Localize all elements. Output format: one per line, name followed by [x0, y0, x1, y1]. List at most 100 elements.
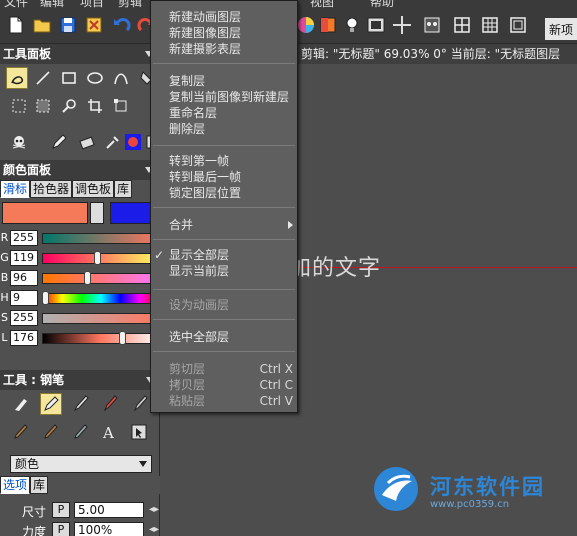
new-file-icon[interactable]: [4, 13, 28, 37]
select-layer-icon[interactable]: [32, 95, 54, 117]
tools-panel-title[interactable]: 工具面板: [0, 44, 159, 64]
slider-value-input[interactable]: 119: [10, 250, 38, 266]
menu-item[interactable]: ✓ 显示全部层: [151, 247, 297, 263]
swatch-dropdown[interactable]: [90, 202, 104, 224]
menu-clip[interactable]: 剪辑: [118, 0, 142, 8]
close-file-icon[interactable]: [82, 13, 106, 37]
table-grid-icon[interactable]: [478, 13, 502, 37]
text-tool-icon[interactable]: A: [98, 421, 120, 443]
menu-help[interactable]: 帮助: [370, 0, 394, 8]
menu-item[interactable]: 剪切层 Ctrl X: [151, 361, 297, 377]
lasso-tool-icon[interactable]: [6, 67, 28, 89]
slider-track[interactable]: [42, 233, 160, 244]
menu-item[interactable]: 删除层: [151, 121, 297, 137]
curve-tool-icon[interactable]: [110, 67, 132, 89]
force-stepper-icon[interactable]: ◂▸: [149, 524, 159, 535]
brush-panel-title[interactable]: 工具 : 钢笔: [0, 370, 160, 390]
slider-value-input[interactable]: 255: [10, 230, 38, 246]
menu-item[interactable]: 显示当前层: [151, 263, 297, 279]
brush-icon[interactable]: [10, 393, 32, 415]
eraser-icon[interactable]: [76, 131, 98, 153]
blur-brush-icon[interactable]: [70, 421, 92, 443]
slider-track[interactable]: [42, 333, 160, 344]
tab-color-picker[interactable]: 拾色器: [30, 180, 73, 198]
airbrush-icon[interactable]: [130, 393, 152, 415]
onion-skin-icon[interactable]: [420, 13, 444, 37]
menu-item[interactable]: 选中全部层: [151, 329, 297, 345]
menu-item[interactable]: 设为动画层: [151, 297, 297, 313]
menu-view[interactable]: 视图: [310, 0, 334, 8]
save-icon[interactable]: [56, 13, 80, 37]
menu-item[interactable]: 转到最后一帧: [151, 169, 297, 185]
crosshair-icon[interactable]: [390, 13, 414, 37]
open-folder-icon[interactable]: [30, 13, 54, 37]
color-swap-icon[interactable]: [122, 131, 144, 153]
pen-icon[interactable]: [48, 131, 70, 153]
menu-item[interactable]: 锁定图层位置: [151, 185, 297, 201]
smudge-icon[interactable]: [40, 421, 62, 443]
ellipse-tool-icon[interactable]: [84, 67, 106, 89]
menu-item[interactable]: 粘贴层 Ctrl V: [151, 393, 297, 409]
menu-item[interactable]: 转到第一帧: [151, 153, 297, 169]
field-guide-icon[interactable]: [506, 13, 530, 37]
lightbulb-icon[interactable]: [340, 13, 364, 37]
slider-value-input[interactable]: 9: [10, 290, 38, 306]
tab-sliders[interactable]: 滑标: [0, 180, 31, 198]
menu-item[interactable]: 重命名层: [151, 105, 297, 121]
slider-track[interactable]: [42, 293, 160, 304]
ink-brush-icon[interactable]: [100, 393, 122, 415]
size-stepper-icon[interactable]: ◂▸: [149, 504, 159, 515]
menu-shortcut: Ctrl V: [259, 394, 293, 408]
menu-item[interactable]: 新建摄影表层: [151, 41, 297, 57]
foreground-color-swatch[interactable]: [2, 202, 88, 224]
slider-value-input[interactable]: 255: [10, 310, 38, 326]
force-input[interactable]: 100%: [74, 522, 144, 536]
eyedropper-icon[interactable]: [102, 131, 124, 153]
rectangle-tool-icon[interactable]: [58, 67, 80, 89]
new-button[interactable]: 新项: [545, 18, 577, 40]
slider-handle[interactable]: [94, 251, 101, 265]
film-frame-icon[interactable]: [364, 13, 388, 37]
slider-value-input[interactable]: 96: [10, 270, 38, 286]
size-input[interactable]: 5.00: [74, 502, 144, 518]
brush-mode-select[interactable]: 颜色: [10, 455, 152, 473]
marker-icon[interactable]: [70, 393, 92, 415]
tab-brush-library[interactable]: 库: [30, 476, 49, 494]
zoom-icon[interactable]: [58, 95, 80, 117]
menu-item[interactable]: 复制层: [151, 73, 297, 89]
select-arrow-icon[interactable]: [128, 421, 150, 443]
pen-brush-icon[interactable]: [40, 393, 62, 415]
transform-tool-icon[interactable]: [110, 95, 132, 117]
color-swatch-icon[interactable]: [316, 13, 340, 37]
paint-brush-icon[interactable]: [10, 421, 32, 443]
select-rect-icon[interactable]: [8, 95, 30, 117]
crop-tool-icon[interactable]: [84, 95, 106, 117]
skull-icon[interactable]: [8, 131, 30, 153]
tab-palette[interactable]: 调色板: [72, 180, 115, 198]
slider-handle[interactable]: [42, 291, 49, 305]
force-label: 力度: [22, 525, 47, 536]
tab-options[interactable]: 选项: [0, 476, 31, 494]
slider-track[interactable]: [42, 313, 160, 324]
menu-file[interactable]: 文件: [4, 0, 28, 8]
tool-row-3: [0, 128, 160, 156]
tab-library[interactable]: 库: [114, 180, 133, 198]
menu-edit[interactable]: 编辑: [40, 0, 64, 8]
force-pressure-toggle[interactable]: P: [52, 522, 70, 536]
menu-item[interactable]: 新建图像图层: [151, 25, 297, 41]
line-tool-icon[interactable]: [32, 67, 54, 89]
slider-value-input[interactable]: 176: [10, 330, 38, 346]
menu-item[interactable]: 复制当前图像到新建层: [151, 89, 297, 105]
grid-icon[interactable]: [450, 13, 474, 37]
slider-handle[interactable]: [84, 271, 91, 285]
slider-track[interactable]: [42, 253, 160, 264]
slider-track[interactable]: [42, 273, 160, 284]
size-pressure-toggle[interactable]: P: [52, 502, 70, 518]
undo-icon[interactable]: [110, 13, 134, 37]
menu-project[interactable]: 项目: [80, 0, 104, 8]
menu-item[interactable]: 合并: [151, 217, 297, 233]
slider-handle[interactable]: [119, 331, 126, 345]
color-panel-title[interactable]: 颜色面板: [0, 160, 159, 180]
menu-item[interactable]: 拷贝层 Ctrl C: [151, 377, 297, 393]
menu-item[interactable]: 新建动画图层: [151, 9, 297, 25]
